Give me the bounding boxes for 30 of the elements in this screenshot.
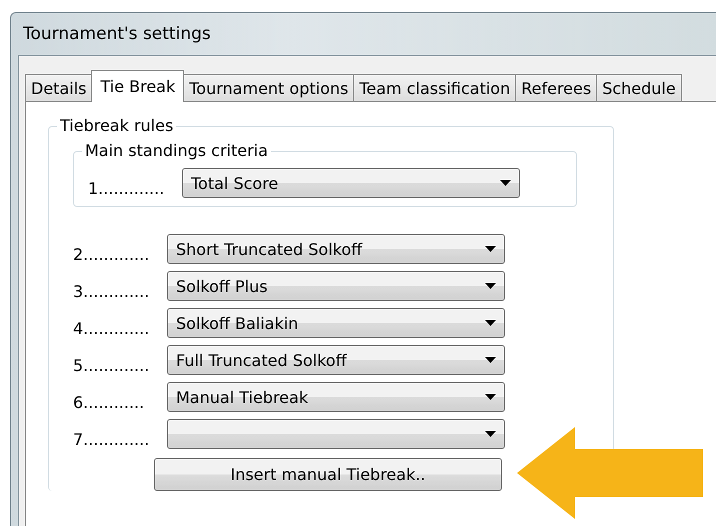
dropdown[interactable]: Full Truncated Solkoff	[167, 345, 505, 375]
window-title: Tournament's settings	[23, 24, 211, 44]
caret-icon	[485, 431, 496, 437]
rank-label: 3.............	[73, 282, 150, 301]
dropdown[interactable]: Solkoff Plus	[167, 271, 505, 301]
caret-icon	[485, 357, 496, 363]
dropdown[interactable]	[167, 419, 505, 449]
caret-icon	[500, 180, 511, 186]
tab[interactable]: Details	[25, 74, 92, 102]
caret-icon	[485, 283, 496, 289]
rank-label: 6............	[73, 393, 146, 412]
dropdown[interactable]: Solkoff Baliakin	[167, 308, 505, 338]
caret-icon	[485, 320, 496, 326]
caret-icon	[485, 394, 496, 400]
group-title: Main standings criteria	[82, 141, 271, 160]
rank-label: 7.............	[73, 430, 150, 449]
tab[interactable]: Team classification	[353, 74, 516, 102]
dropdown[interactable]: Short Truncated Solkoff	[167, 234, 505, 264]
tab[interactable]: Schedule	[596, 74, 682, 102]
insert-button[interactable]: Insert manual Tiebreak..	[154, 458, 502, 491]
dropdown[interactable]: Manual Tiebreak	[167, 382, 505, 412]
caret-icon	[485, 246, 496, 252]
tab[interactable]: Tournament options	[183, 74, 354, 102]
rank-label: 5.............	[73, 356, 150, 375]
tab[interactable]: Referees	[515, 74, 598, 102]
rank-label: 4.............	[73, 319, 150, 338]
dropdown[interactable]: Total Score	[182, 168, 520, 198]
tab[interactable]: Tie Break	[91, 70, 184, 102]
rank-label: 1.............	[88, 179, 166, 198]
rank-label: 2.............	[73, 245, 150, 264]
